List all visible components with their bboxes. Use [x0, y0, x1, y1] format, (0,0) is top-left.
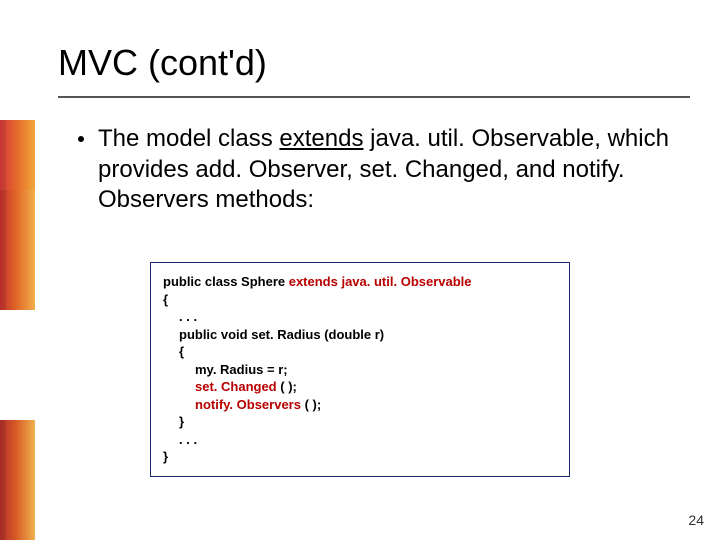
- bullet-pre: The model class: [98, 125, 279, 152]
- code-line: }: [163, 413, 557, 431]
- code-line: {: [163, 343, 557, 361]
- bullet-text: The model class extends java. util. Obse…: [98, 124, 680, 216]
- page-number: 24: [688, 512, 704, 528]
- bullet-underlined: extends: [279, 125, 363, 152]
- code-line: set. Changed ( );: [163, 378, 557, 396]
- gradient-block-3: [0, 420, 35, 540]
- code-line: }: [163, 448, 557, 466]
- gradient-block-2: [0, 190, 35, 310]
- code-line: notify. Observers ( );: [163, 396, 557, 414]
- body-text: The model class extends java. util. Obse…: [78, 124, 680, 216]
- gradient-block-1: [0, 120, 35, 190]
- bullet-dot-icon: [78, 136, 84, 142]
- slide-title: MVC (cont'd): [58, 42, 267, 84]
- code-line: . . .: [163, 308, 557, 326]
- code-box: public class Sphere extends java. util. …: [150, 262, 570, 477]
- slide: MVC (cont'd) The model class extends jav…: [0, 0, 720, 540]
- code-line: {: [163, 291, 557, 309]
- code-line: public class Sphere extends java. util. …: [163, 273, 557, 291]
- code-line: my. Radius = r;: [163, 361, 557, 379]
- decorative-sidebar: [0, 0, 35, 540]
- title-rule: [58, 96, 690, 98]
- code-line: public void set. Radius (double r): [163, 326, 557, 344]
- code-line: . . .: [163, 431, 557, 449]
